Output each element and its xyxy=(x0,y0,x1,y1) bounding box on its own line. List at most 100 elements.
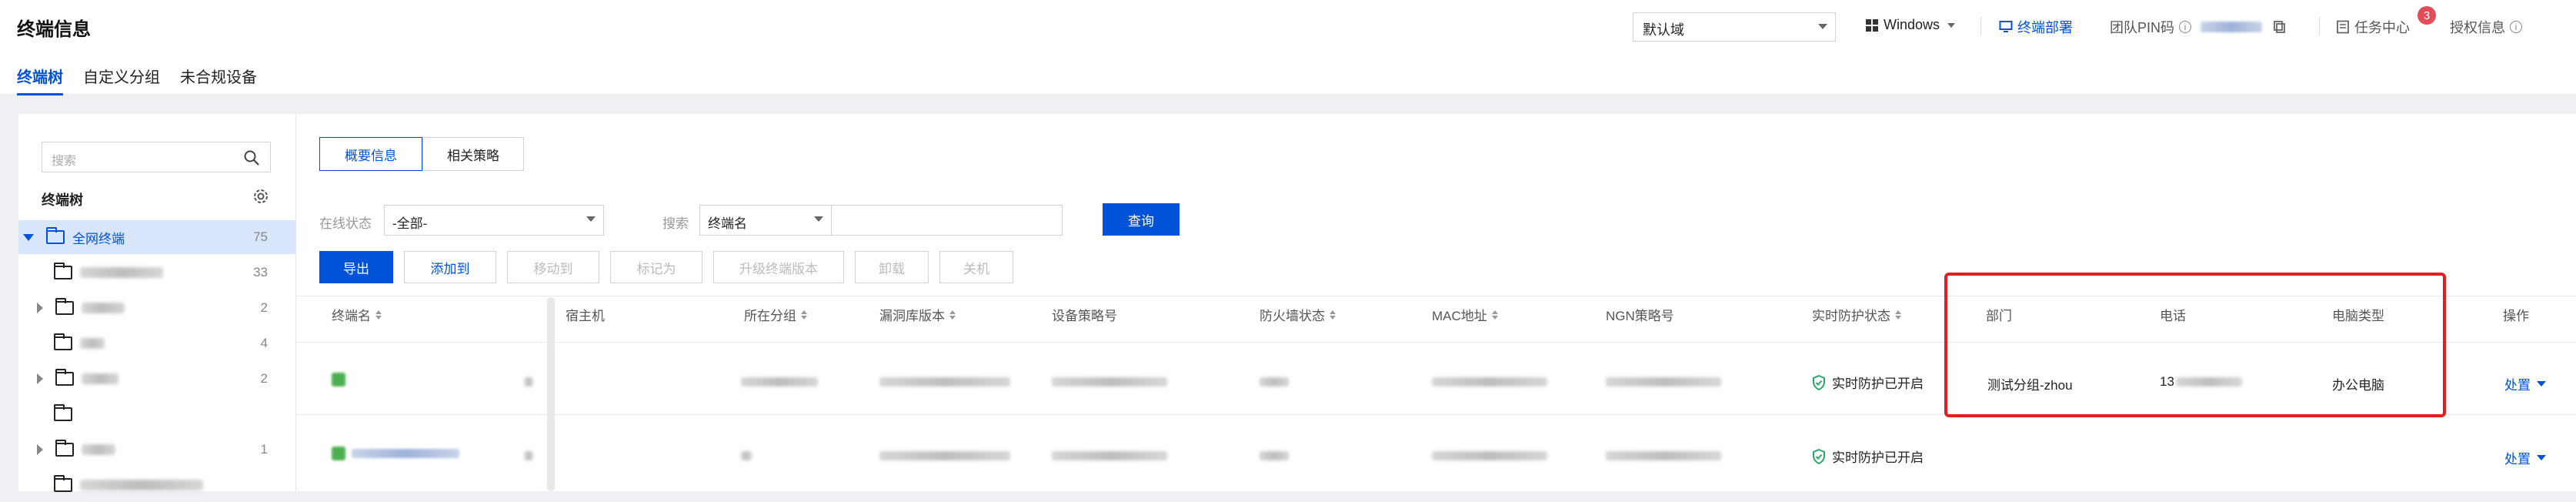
sort-icon[interactable] xyxy=(1491,310,1498,320)
group-value xyxy=(741,451,752,460)
tree-search-input[interactable]: 搜索 xyxy=(42,142,271,172)
terminal-name-cell[interactable] xyxy=(332,373,345,387)
tree-item-count: 2 xyxy=(260,371,268,386)
segment-overview[interactable]: 概要信息 xyxy=(319,137,422,171)
sort-icon[interactable] xyxy=(801,310,807,320)
column-header-group[interactable]: 所在分组 xyxy=(744,305,807,324)
tab-noncompliant[interactable]: 未合规设备 xyxy=(180,65,257,95)
caret-right-icon[interactable] xyxy=(37,303,43,313)
column-header-vuln-version[interactable]: 漏洞库版本 xyxy=(879,305,956,324)
tree-item[interactable] xyxy=(18,468,295,502)
tree-item[interactable]: 1 xyxy=(18,433,295,467)
column-label: 设备策略号 xyxy=(1052,309,1117,323)
tree-item[interactable]: 33 xyxy=(18,256,295,289)
shutdown-button[interactable]: 关机 xyxy=(939,251,1013,283)
tree-item[interactable]: 2 xyxy=(18,291,295,325)
terminal-list-panel: 概要信息 相关策略 在线状态 -全部- 搜索 终端名 查询 导出 添加到 移动到… xyxy=(295,114,2576,491)
column-header-firewall[interactable]: 防火墙状态 xyxy=(1260,305,1336,324)
chevron-down-icon xyxy=(2537,381,2546,387)
chevron-down-icon xyxy=(1818,24,1827,29)
task-center[interactable]: 任务中心 xyxy=(2336,17,2410,37)
column-label: 实时防护状态 xyxy=(1812,309,1890,323)
search-icon[interactable] xyxy=(243,149,260,166)
folder-icon xyxy=(53,404,72,421)
policy-number-value xyxy=(1052,377,1167,387)
firewall-value xyxy=(1260,451,1289,460)
search-field-select[interactable]: 终端名 xyxy=(699,205,832,236)
folder-icon xyxy=(55,298,74,315)
license-label: 授权信息 xyxy=(2450,20,2505,35)
task-list-icon xyxy=(2337,20,2349,34)
vuln-version-value xyxy=(879,377,1010,387)
sort-icon[interactable] xyxy=(1895,310,1901,320)
tree-item[interactable]: 2 xyxy=(18,362,295,396)
column-header-mac[interactable]: MAC地址 xyxy=(1432,305,1498,324)
os-select[interactable]: Windows xyxy=(1865,17,1956,33)
tree-item[interactable] xyxy=(18,397,295,431)
folder-icon xyxy=(53,263,72,279)
online-status-label: 在线状态 xyxy=(319,216,372,231)
chevron-down-icon xyxy=(586,216,596,222)
group-value xyxy=(741,377,818,387)
info-icon: i xyxy=(2510,21,2522,33)
search-label: 搜索 xyxy=(662,216,689,231)
gear-icon[interactable] xyxy=(252,188,269,205)
caret-right-icon[interactable] xyxy=(37,444,43,455)
handle-action[interactable]: 处置 xyxy=(2504,374,2546,393)
protection-status-cell: 实时防护已开启 xyxy=(1812,447,1924,466)
deploy-label: 终端部署 xyxy=(2017,20,2073,35)
handle-action[interactable]: 处置 xyxy=(2504,448,2546,467)
tab-custom-group[interactable]: 自定义分组 xyxy=(83,65,160,95)
column-label: NGN策略号 xyxy=(1606,309,1674,323)
copy-icon[interactable] xyxy=(2273,20,2287,34)
monitor-icon xyxy=(1999,21,2013,32)
mark-as-button[interactable]: 标记为 xyxy=(610,251,702,283)
segment-related-policy[interactable]: 相关策略 xyxy=(422,137,524,171)
terminal-name-cell[interactable] xyxy=(332,447,459,460)
column-scrollbar[interactable] xyxy=(547,297,555,491)
divider xyxy=(1980,17,1981,35)
protection-status-cell: 实时防护已开启 xyxy=(1812,373,1924,392)
online-status-value: -全部- xyxy=(392,216,428,231)
deploy-link[interactable]: 终端部署 xyxy=(1999,17,2073,37)
column-label: 漏洞库版本 xyxy=(879,309,945,323)
chevron-down-icon xyxy=(814,216,823,222)
tree-item-all[interactable]: 全网终端 75 xyxy=(18,220,295,254)
domain-select[interactable]: 默认域 xyxy=(1633,12,1836,42)
tab-terminal-tree[interactable]: 终端树 xyxy=(17,65,63,95)
protection-status-text: 实时防护已开启 xyxy=(1832,376,1924,391)
sort-icon[interactable] xyxy=(949,310,956,320)
firewall-value xyxy=(1260,377,1289,387)
export-button[interactable]: 导出 xyxy=(319,251,393,283)
caret-down-icon[interactable] xyxy=(23,233,34,241)
mac-value xyxy=(1432,377,1547,387)
tree-item-label xyxy=(82,373,118,384)
folder-icon xyxy=(53,333,72,350)
search-keyword-input[interactable] xyxy=(832,205,1063,236)
sort-icon[interactable] xyxy=(375,310,382,320)
tree-item[interactable]: 4 xyxy=(18,326,295,360)
upgrade-version-button[interactable]: 升级终端版本 xyxy=(713,251,844,283)
header-bar: 终端信息 终端树 自定义分组 未合规设备 默认域 Windows 终端部署 团队… xyxy=(0,0,2576,95)
query-button[interactable]: 查询 xyxy=(1103,203,1180,236)
add-to-button[interactable]: 添加到 xyxy=(404,251,496,283)
sort-icon[interactable] xyxy=(1330,310,1336,320)
task-badge: 3 xyxy=(2418,6,2436,25)
column-header-protection[interactable]: 实时防护状态 xyxy=(1812,305,1901,324)
tree-item-count: 1 xyxy=(260,442,268,457)
uninstall-button[interactable]: 卸载 xyxy=(855,251,929,283)
column-label: 防火墙状态 xyxy=(1260,309,1325,323)
tree-search-placeholder: 搜索 xyxy=(52,155,77,168)
move-to-button[interactable]: 移动到 xyxy=(507,251,599,283)
caret-right-icon[interactable] xyxy=(37,373,43,384)
online-status-select[interactable]: -全部- xyxy=(384,205,604,236)
column-label: MAC地址 xyxy=(1432,309,1487,323)
page-title: 终端信息 xyxy=(17,19,91,40)
column-header-terminal-name[interactable]: 终端名 xyxy=(332,305,382,324)
vuln-version-value xyxy=(879,451,1010,460)
chevron-down-icon xyxy=(2537,455,2546,460)
folder-icon xyxy=(55,440,74,457)
task-center-label: 任务中心 xyxy=(2354,20,2410,35)
policy-number-value xyxy=(1052,451,1167,460)
license-info[interactable]: 授权信息 i xyxy=(2450,17,2522,37)
